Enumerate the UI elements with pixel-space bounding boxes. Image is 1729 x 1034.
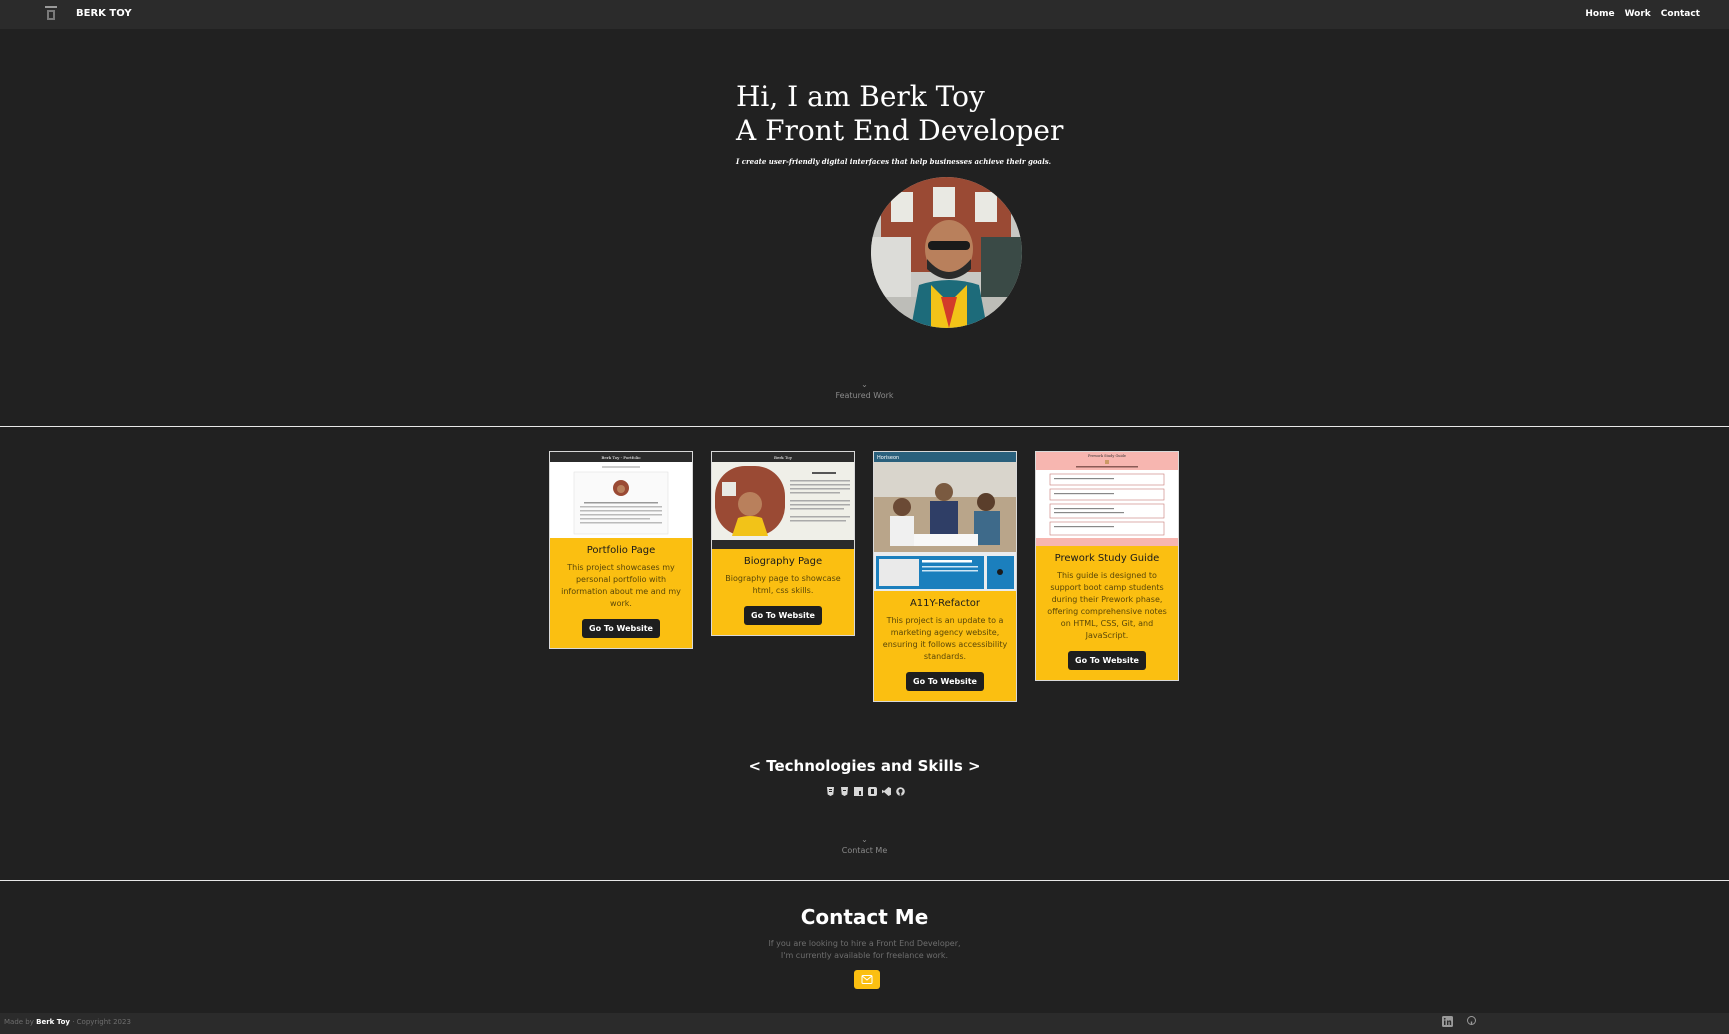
card-description: Biography page to showcase html, css ski…: [725, 574, 841, 595]
github-icon[interactable]: [1467, 1016, 1476, 1025]
card-description: This project is an update to a marketing…: [882, 616, 1008, 661]
contact-me-cue-label: Contact Me: [841, 846, 888, 855]
card-title: A11Y-Refactor: [909, 598, 981, 609]
featured-work-cue[interactable]: ⌄ Featured Work: [0, 380, 1729, 401]
profile-avatar: [871, 177, 1022, 328]
footer: Made by Berk Toy · Copyright 2023: [0, 1013, 1729, 1034]
footer-author-link[interactable]: Berk Toy: [36, 1018, 70, 1026]
skills-title: < Technologies and Skills >: [748, 757, 981, 775]
brand-name[interactable]: BERK TOY: [76, 8, 132, 19]
portfolio-thumbnail: Berk Toy - Portfolio: [550, 452, 692, 538]
footer-credit: Made by Berk Toy · Copyright 2023: [4, 1018, 131, 1026]
html5-icon: [827, 787, 834, 796]
go-to-website-button[interactable]: Go To Website: [906, 672, 984, 691]
project-card-biography: Berk Toy Biography Page Biography page t…: [711, 451, 855, 636]
card-description: This guide is designed to support boot c…: [1047, 571, 1167, 640]
chevron-down-icon: ⌄: [861, 380, 868, 389]
card-description: This project showcases my personal portf…: [561, 563, 681, 608]
nav-links: Home Work Contact: [1585, 9, 1700, 19]
section-divider: [0, 426, 1729, 427]
thumbnail-header-text: Berk Toy: [774, 455, 793, 460]
project-card-portfolio: Berk Toy - Portfolio Portfolio Page This…: [549, 451, 693, 649]
footer-made-by: Made by: [4, 1018, 34, 1026]
nav-home-link[interactable]: Home: [1585, 9, 1614, 19]
nav-work-link[interactable]: Work: [1625, 9, 1651, 19]
hero-subtitle: I create user-friendly digital interface…: [736, 157, 1052, 166]
javascript-icon: [854, 787, 863, 796]
hero-title-line1: Hi, I am Berk Toy: [736, 80, 985, 113]
section-divider: [0, 880, 1729, 881]
contact-text-line2: I'm currently available for freelance wo…: [780, 951, 949, 960]
skill-icons: [826, 787, 905, 796]
go-to-website-button[interactable]: Go To Website: [582, 619, 660, 638]
envelope-icon: [861, 975, 873, 984]
hero-title-line2: A Front End Developer: [736, 114, 1064, 147]
nav-contact-link[interactable]: Contact: [1661, 9, 1700, 19]
github-icon: [896, 787, 905, 796]
featured-work-label: Featured Work: [835, 391, 894, 400]
logo-icon[interactable]: [44, 6, 58, 22]
card-title: Portfolio Page: [586, 545, 656, 556]
chevron-down-icon: ⌄: [861, 835, 868, 844]
project-card-prework: Prework Study Guide Prework Study Guide …: [1035, 451, 1179, 681]
navbar: BERK TOY Home Work Contact: [0, 0, 1729, 29]
hero-title: Hi, I am Berk Toy A Front End Developer: [736, 80, 1063, 148]
linkedin-icon[interactable]: [1442, 1016, 1453, 1027]
css3-icon: [841, 787, 848, 796]
contact-text-line1: If you are looking to hire a Front End D…: [768, 939, 961, 948]
thumbnail-header-text: Prework Study Guide: [1088, 454, 1126, 458]
thumbnail-header-text: Horiseon: [877, 455, 899, 461]
project-card-a11y: Horiseon A11Y-Refactor This project is a…: [873, 451, 1017, 702]
a11y-thumbnail: Horiseon: [874, 452, 1016, 591]
go-to-website-button[interactable]: Go To Website: [1068, 651, 1146, 670]
email-button[interactable]: [854, 970, 880, 989]
go-to-website-button[interactable]: Go To Website: [744, 606, 822, 625]
thumbnail-header-text: Berk Toy - Portfolio: [601, 455, 641, 460]
footer-social-icons: [1442, 1016, 1476, 1027]
prework-thumbnail: Prework Study Guide: [1036, 452, 1178, 546]
contact-text: If you are looking to hire a Front End D…: [0, 938, 1729, 962]
contact-title: Contact Me: [800, 905, 929, 929]
contact-me-cue[interactable]: ⌄ Contact Me: [0, 835, 1729, 856]
footer-copyright: · Copyright 2023: [72, 1018, 131, 1026]
card-title: Biography Page: [743, 556, 823, 567]
card-title: Prework Study Guide: [1054, 553, 1160, 564]
vscode-icon: [882, 787, 891, 796]
biography-thumbnail: Berk Toy: [712, 452, 854, 549]
bootstrap-icon: [868, 787, 877, 796]
